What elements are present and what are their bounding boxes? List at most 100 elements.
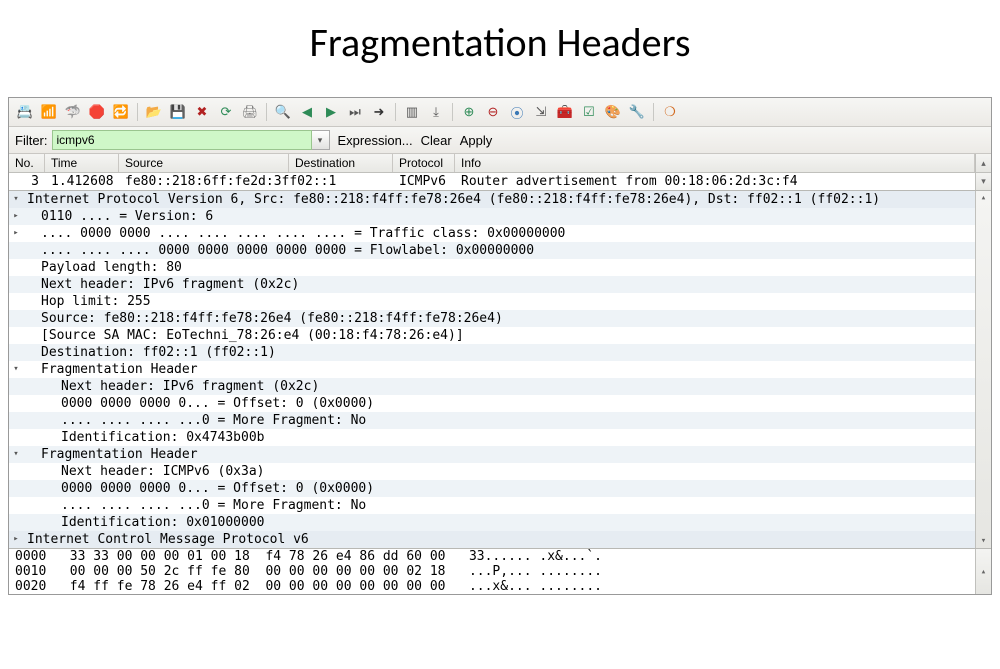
coloring-rules-icon[interactable]: 🎨	[603, 102, 623, 122]
detail-text: Next header: ICMPv6 (0x3a)	[61, 464, 265, 479]
tree-toggle-icon[interactable]: ▸	[11, 534, 21, 544]
stop-capture-icon[interactable]: 🛑	[87, 102, 107, 122]
detail-text: 0000 0000 0000 0... = Offset: 0 (0x0000)	[61, 396, 374, 411]
display-filters-icon[interactable]: ☑	[579, 102, 599, 122]
filter-apply-button[interactable]: Apply	[460, 133, 493, 148]
adapter-options-icon[interactable]: 📶	[39, 102, 59, 122]
detail-line[interactable]: ▸ 0110 .... = Version: 6	[9, 208, 975, 225]
wireshark-window: 📇📶🦈🛑🔁 📂💾✖⟳🖨 🔍◀▶⏭➜ ▥⤓ ⊕⊖⦿⇲🧰☑🎨🔧 ❍ Filter: ▾ Exp…	[8, 97, 992, 595]
cell-no: 3	[9, 174, 45, 189]
detail-text: Next header: IPv6 fragment (0x2c)	[61, 379, 319, 394]
toolbar-separator	[395, 103, 396, 121]
find-icon[interactable]: 🔍	[273, 102, 293, 122]
print-icon[interactable]: 🖨	[240, 102, 260, 122]
tree-toggle-icon[interactable]: ▾	[11, 364, 21, 374]
detail-text: Hop limit: 255	[41, 294, 151, 309]
capture-filters-icon[interactable]: 🧰	[555, 102, 575, 122]
cell-destination	[289, 174, 393, 189]
detail-line[interactable]: ▸ Internet Control Message Protocol v6	[9, 531, 975, 548]
col-header-protocol[interactable]: Protocol	[393, 154, 455, 172]
col-header-info[interactable]: Info	[455, 154, 975, 172]
filter-input[interactable]	[52, 130, 312, 150]
packet-row[interactable]: 3 1.412608 fe80::218:6ff:fe2d:3ff02::1 I…	[9, 173, 975, 190]
tree-toggle-icon[interactable]: ▸	[11, 228, 21, 238]
detail-text: [Source SA MAC: EoTechni_78:26:e4 (00:18…	[41, 328, 464, 343]
detail-line[interactable]: .... .... .... ...0 = More Fragment: No	[9, 497, 975, 514]
col-header-source[interactable]: Source	[119, 154, 289, 172]
zoom-reset-icon[interactable]: ⦿	[507, 102, 527, 122]
tree-toggle-icon[interactable]: ▾	[11, 194, 21, 204]
save-file-icon[interactable]: 💾	[168, 102, 188, 122]
packet-list-body: 3 1.412608 fe80::218:6ff:fe2d:3ff02::1 I…	[9, 173, 991, 191]
start-capture-icon[interactable]: 🦈	[63, 102, 83, 122]
hex-scrollbar[interactable]: ▴	[975, 549, 991, 594]
go-to-icon[interactable]: ➜	[369, 102, 389, 122]
detail-text: Next header: IPv6 fragment (0x2c)	[41, 277, 299, 292]
filter-dropdown-button[interactable]: ▾	[312, 130, 330, 150]
detail-line[interactable]: ▸.... 0000 0000 .... .... .... .... ....…	[9, 225, 975, 242]
adapter-list-icon[interactable]: 📇	[15, 102, 35, 122]
page-title: Fragmentation Headers	[0, 0, 1000, 97]
tree-toggle-icon[interactable]: ▸	[11, 211, 21, 221]
detail-line[interactable]: .... .... .... ...0 = More Fragment: No	[9, 412, 975, 429]
filter-bar: Filter: ▾ Expression... Clear Apply	[9, 127, 991, 154]
detail-line[interactable]: 0000 0000 0000 0... = Offset: 0 (0x0000)	[9, 395, 975, 412]
help-icon[interactable]: ❍	[660, 102, 680, 122]
detail-line[interactable]: Next header: IPv6 fragment (0x2c)	[9, 378, 975, 395]
restart-capture-icon[interactable]: 🔁	[111, 102, 131, 122]
detail-line[interactable]: Payload length: 80	[9, 259, 975, 276]
scroll-up-icon[interactable]: ▴	[981, 193, 986, 203]
detail-text: Internet Control Message Protocol v6	[27, 532, 309, 547]
detail-line[interactable]: Identification: 0x4743b00b	[9, 429, 975, 446]
detail-text: 0110 .... = Version: 6	[41, 209, 213, 224]
go-last-icon[interactable]: ⏭	[345, 102, 365, 122]
detail-line[interactable]: Source: fe80::218:f4ff:fe78:26e4 (fe80::…	[9, 310, 975, 327]
filter-expression-button[interactable]: Expression...	[338, 133, 413, 148]
detail-line[interactable]: Hop limit: 255	[9, 293, 975, 310]
auto-scroll-icon[interactable]: ⤓	[426, 102, 446, 122]
zoom-in-icon[interactable]: ⊕	[459, 102, 479, 122]
cell-info: Router advertisement from 00:18:06:2d:3c…	[455, 174, 975, 189]
filter-clear-button[interactable]: Clear	[421, 133, 452, 148]
details-scrollbar[interactable]: ▴ ▾	[975, 191, 991, 548]
detail-text: Identification: 0x4743b00b	[61, 430, 265, 445]
tree-toggle-icon[interactable]: ▾	[11, 449, 21, 459]
detail-text: Internet Protocol Version 6, Src: fe80::…	[27, 192, 880, 207]
detail-line[interactable]: ▾ Fragmentation Header	[9, 446, 975, 463]
packet-list-scroll-down[interactable]: ▾	[975, 173, 991, 190]
go-back-icon[interactable]: ◀	[297, 102, 317, 122]
open-file-icon[interactable]: 📂	[144, 102, 164, 122]
detail-line[interactable]: [Source SA MAC: EoTechni_78:26:e4 (00:18…	[9, 327, 975, 344]
packet-list-scroll-up[interactable]: ▴	[975, 154, 991, 172]
detail-line[interactable]: 0000 0000 0000 0... = Offset: 0 (0x0000)	[9, 480, 975, 497]
detail-line[interactable]: Next header: ICMPv6 (0x3a)	[9, 463, 975, 480]
filter-label: Filter:	[15, 133, 48, 148]
zoom-out-icon[interactable]: ⊖	[483, 102, 503, 122]
toolbar-separator	[653, 103, 654, 121]
scroll-down-icon[interactable]: ▾	[981, 536, 986, 546]
resize-cols-icon[interactable]: ⇲	[531, 102, 551, 122]
detail-line[interactable]: Destination: ff02::1 (ff02::1)	[9, 344, 975, 361]
colorize-icon[interactable]: ▥	[402, 102, 422, 122]
toolbar-separator	[137, 103, 138, 121]
detail-text: Identification: 0x01000000	[61, 515, 265, 530]
hex-line[interactable]: 0010 00 00 00 50 2c ff fe 80 00 00 00 00…	[9, 564, 975, 579]
col-header-time[interactable]: Time	[45, 154, 119, 172]
reload-icon[interactable]: ⟳	[216, 102, 236, 122]
hex-line[interactable]: 0020 f4 ff fe 78 26 e4 ff 02 00 00 00 00…	[9, 579, 975, 594]
detail-line[interactable]: Next header: IPv6 fragment (0x2c)	[9, 276, 975, 293]
col-header-no[interactable]: No.	[9, 154, 45, 172]
close-file-icon[interactable]: ✖	[192, 102, 212, 122]
col-header-destination[interactable]: Destination	[289, 154, 393, 172]
detail-text: Fragmentation Header	[41, 447, 198, 462]
detail-line[interactable]: .... .... .... 0000 0000 0000 0000 0000 …	[9, 242, 975, 259]
detail-line[interactable]: Identification: 0x01000000	[9, 514, 975, 531]
cell-source: fe80::218:6ff:fe2d:3ff02::1	[119, 174, 289, 189]
detail-text: Source: fe80::218:f4ff:fe78:26e4 (fe80::…	[41, 311, 503, 326]
prefs-icon[interactable]: 🔧	[627, 102, 647, 122]
detail-line[interactable]: ▾Fragmentation Header	[9, 361, 975, 378]
go-forward-icon[interactable]: ▶	[321, 102, 341, 122]
detail-text: Payload length: 80	[41, 260, 182, 275]
detail-line[interactable]: ▾ Internet Protocol Version 6, Src: fe80:…	[9, 191, 975, 208]
hex-line[interactable]: 0000 33 33 00 00 00 01 00 18 f4 78 26 e4…	[9, 549, 975, 564]
